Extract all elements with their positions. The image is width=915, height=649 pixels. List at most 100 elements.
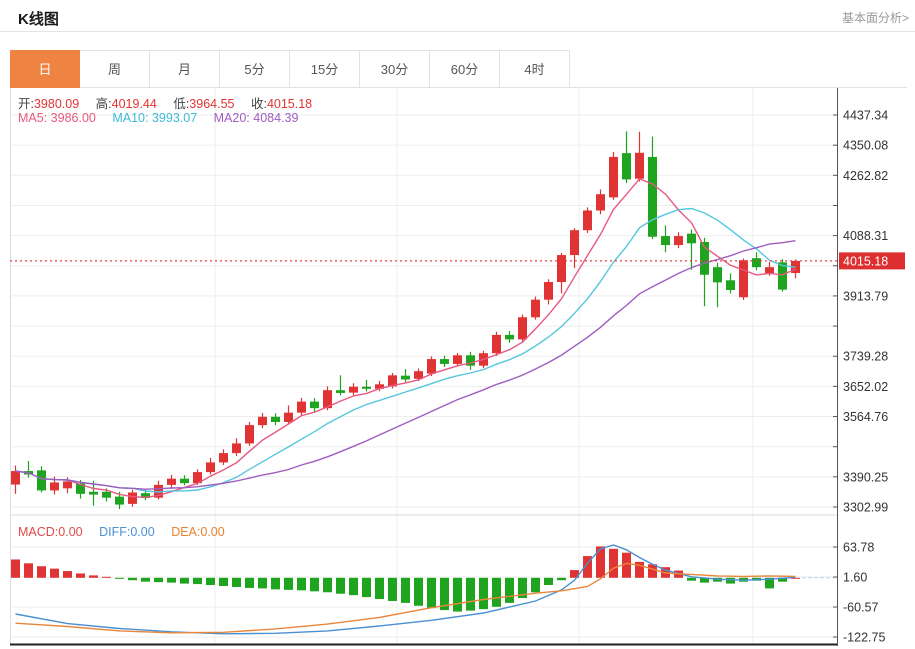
grid-lines: [10, 88, 837, 645]
low-value: 3964.55: [189, 97, 234, 111]
candle-body: [583, 210, 592, 230]
candle-body: [284, 413, 293, 422]
macd-bar: [492, 578, 501, 607]
macd-bar: [544, 578, 553, 585]
candle-body: [557, 255, 566, 282]
period-tabs: 日周月5分15分30分60分4时: [10, 50, 907, 88]
period-tab-30min[interactable]: 30分: [360, 50, 430, 88]
close-label: 收:: [251, 97, 267, 111]
fundamental-analysis-link[interactable]: 基本面分析>: [842, 9, 909, 26]
macd-bar: [297, 578, 306, 591]
period-tab-day[interactable]: 日: [10, 50, 80, 88]
macd-bar: [219, 578, 228, 586]
ohlc-legend: 开:3980.09 高:4019.44 低:3964.55 收:4015.18: [18, 93, 325, 112]
macd-bar: [427, 578, 436, 608]
candle-body: [89, 492, 98, 495]
macd-bar: [115, 578, 124, 579]
current-price-marker: 4015.18: [10, 252, 905, 269]
macd-bar: [401, 578, 410, 603]
price-tick-label: 4437.34: [843, 109, 888, 123]
price-axis: 4437.344350.084262.824088.313913.793739.…: [10, 88, 888, 646]
candle-body: [336, 390, 345, 393]
macd-bar: [232, 578, 241, 587]
macd-label: MACD:: [18, 525, 58, 539]
macd-bar: [531, 578, 540, 592]
price-tick-label: 4350.08: [843, 139, 888, 153]
candle-body: [648, 157, 657, 237]
candle-body: [245, 425, 254, 443]
macd-bar: [154, 578, 163, 582]
candle-body: [609, 157, 618, 197]
macd-bar: [271, 578, 280, 590]
candle-body: [440, 359, 449, 364]
price-tick-label: 3564.76: [843, 410, 888, 424]
candle-body: [453, 355, 462, 364]
period-tab-4hour[interactable]: 4时: [500, 50, 570, 88]
diff-value: 0.00: [130, 525, 154, 539]
macd-bar: [362, 578, 371, 597]
period-tab-month[interactable]: 月: [150, 50, 220, 88]
macd-bar: [258, 578, 267, 589]
period-tab-60min[interactable]: 60分: [430, 50, 500, 88]
price-tick-label: 3302.99: [843, 501, 888, 515]
high-value: 4019.44: [112, 97, 157, 111]
candle-body: [635, 153, 644, 179]
macd-bar: [193, 578, 202, 584]
candle-body: [518, 317, 527, 339]
ma10-label: MA10:: [112, 111, 148, 125]
candle-body: [206, 462, 215, 472]
price-tick-label: 3913.79: [843, 289, 888, 303]
ma20-label: MA20:: [214, 111, 250, 125]
candle-body: [11, 471, 20, 484]
period-tab-15min[interactable]: 15分: [290, 50, 360, 88]
current-price-badge-text: 4015.18: [843, 254, 888, 268]
macd-bar: [206, 578, 215, 585]
macd-bar: [609, 549, 618, 578]
period-tab-week[interactable]: 周: [80, 50, 150, 88]
macd-legend: MACD:0.00 DIFF:0.00 DEA:0.00: [18, 525, 238, 539]
open-label: 开:: [18, 97, 34, 111]
diff-label: DIFF:: [99, 525, 130, 539]
candle-body: [232, 443, 241, 453]
candle-body: [258, 417, 267, 425]
macd-tick-label: 63.78: [843, 541, 874, 555]
macd-bar: [557, 578, 566, 580]
open-value: 3980.09: [34, 97, 79, 111]
ma5-value: 3986.00: [51, 111, 96, 125]
ma5-line: [16, 179, 796, 498]
macd-bar: [50, 569, 59, 578]
candle-body: [362, 387, 371, 389]
candle-body: [219, 453, 228, 462]
macd-bar: [375, 578, 384, 599]
macd-bar: [726, 578, 735, 584]
macd-bar: [76, 573, 85, 577]
price-tick-label: 3390.25: [843, 470, 888, 484]
candle-body: [596, 194, 605, 210]
macd-bar: [167, 578, 176, 583]
macd-bar: [245, 578, 254, 588]
macd-bar: [466, 578, 475, 611]
ma5-label: MA5:: [18, 111, 47, 125]
candle-body: [50, 482, 59, 490]
macd-bar: [687, 578, 696, 581]
high-label: 高:: [96, 97, 112, 111]
macd-bar: [24, 563, 33, 577]
price-tick-label: 4088.31: [843, 229, 888, 243]
macd-bar: [89, 575, 98, 577]
candle-body: [505, 335, 514, 339]
header-divider: [0, 31, 915, 32]
price-tick-label: 4262.82: [843, 169, 888, 183]
candle-body: [297, 402, 306, 413]
macd-bar: [11, 559, 20, 577]
macd-bar: [349, 578, 358, 595]
candle-body: [427, 359, 436, 374]
low-label: 低:: [173, 97, 189, 111]
candle-body: [661, 236, 670, 245]
macd-bar: [505, 578, 514, 603]
price-tick-label: 3652.02: [843, 380, 888, 394]
candle-body: [622, 153, 631, 179]
period-tab-5min[interactable]: 5分: [220, 50, 290, 88]
macd-bar: [63, 571, 72, 578]
kline-chart[interactable]: 4437.344350.084262.824088.313913.793739.…: [10, 88, 907, 648]
macd-bar: [388, 578, 397, 601]
